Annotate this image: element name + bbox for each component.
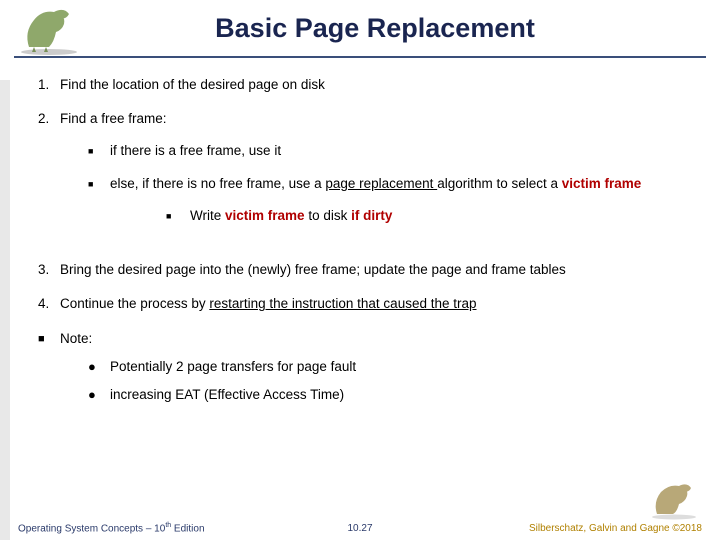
note-text: Potentially 2 page transfers for page fa…	[110, 358, 356, 376]
step-3: 3. Bring the desired page into the (newl…	[38, 261, 690, 279]
step-number: 4.	[38, 295, 60, 313]
note-item-a: ● Potentially 2 page transfers for page …	[60, 358, 356, 376]
note-text: increasing EAT (Effective Access Time)	[110, 386, 344, 404]
highlighted-term: if dirty	[351, 208, 392, 223]
square-bullet-icon: ■	[38, 330, 60, 405]
slide-header: Basic Page Replacement	[14, 0, 706, 58]
step-1: 1. Find the location of the desired page…	[38, 76, 690, 94]
note-label: Note:	[60, 331, 92, 346]
note-item-b: ● increasing EAT (Effective Access Time)	[60, 386, 356, 404]
substep-text: Write victim frame to disk if dirty	[190, 207, 690, 225]
underlined-term: restarting the instruction that caused t…	[209, 296, 476, 311]
step-number: 2.	[38, 110, 60, 245]
note-block: ■ Note: ● Potentially 2 page transfers f…	[38, 330, 690, 405]
highlighted-term: victim frame	[562, 176, 642, 191]
step-number: 3.	[38, 261, 60, 279]
step-text: Continue the process by restarting the i…	[60, 295, 690, 313]
step-4: 4. Continue the process by restarting th…	[38, 295, 690, 313]
step-2: 2. Find a free frame: ■ if there is a fr…	[38, 110, 690, 245]
step-body: Find a free frame: ■ if there is a free …	[60, 110, 690, 245]
step-number: 1.	[38, 76, 60, 94]
footer-copyright: Silberschatz, Galvin and Gagne ©2018	[529, 523, 702, 534]
dot-bullet-icon: ●	[88, 386, 110, 404]
slide-content: 1. Find the location of the desired page…	[0, 58, 720, 404]
bullet-icon: ■	[88, 142, 110, 160]
dot-bullet-icon: ●	[88, 358, 110, 376]
dinosaur-right-icon	[647, 480, 702, 520]
step-text: Find a free frame:	[60, 111, 167, 126]
footer-book-title: Operating System Concepts – 10th Edition	[18, 522, 205, 534]
slide-title: Basic Page Replacement	[14, 13, 706, 44]
underlined-term: page replacement	[325, 176, 437, 191]
substep-2b-i: ■ Write victim frame to disk if dirty	[110, 207, 690, 225]
dinosaur-left-icon	[14, 2, 84, 56]
footer-page-number: 10.27	[347, 523, 372, 534]
substep-text: else, if there is no free frame, use a p…	[110, 175, 690, 231]
highlighted-term: victim frame	[225, 208, 308, 223]
substep-2b: ■ else, if there is no free frame, use a…	[60, 175, 690, 231]
bullet-icon: ■	[166, 207, 190, 225]
step-text: Bring the desired page into the (newly) …	[60, 261, 690, 279]
note-body: Note: ● Potentially 2 page transfers for…	[60, 330, 356, 405]
slide-footer: Operating System Concepts – 10th Edition…	[18, 522, 702, 534]
bullet-icon: ■	[88, 175, 110, 231]
left-decorative-band	[0, 80, 10, 540]
step-text: Find the location of the desired page on…	[60, 76, 690, 94]
substep-2a: ■ if there is a free frame, use it	[60, 142, 690, 160]
substep-text: if there is a free frame, use it	[110, 142, 690, 160]
